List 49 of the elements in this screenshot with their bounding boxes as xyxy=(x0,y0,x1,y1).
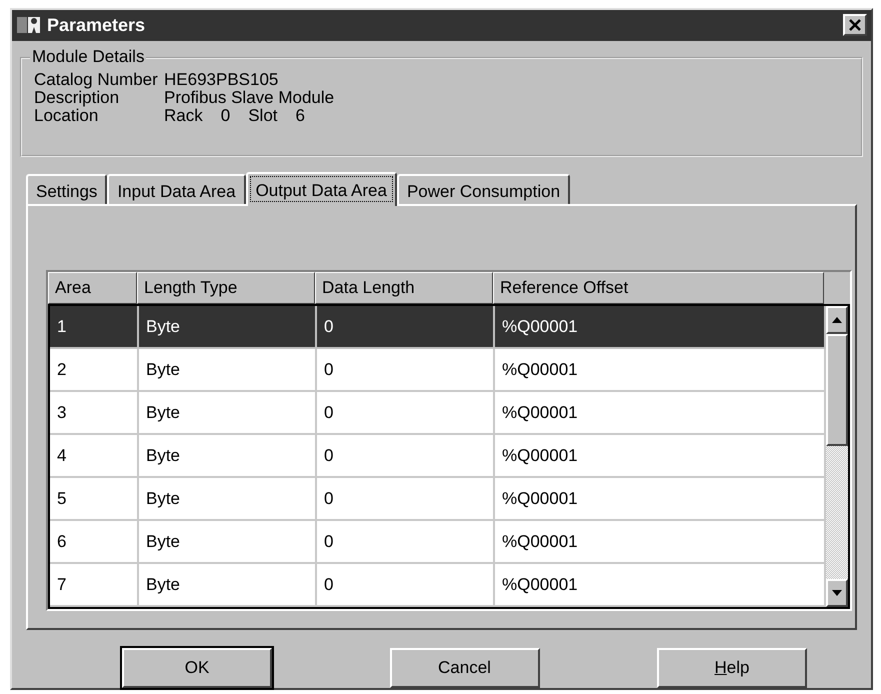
table-cell: Byte xyxy=(139,306,317,350)
scroll-thumb[interactable] xyxy=(826,334,848,446)
field-value: HE693PBS105 xyxy=(164,70,280,89)
table-cell: %Q00001 xyxy=(495,306,826,350)
table-cell: Byte xyxy=(139,564,317,608)
column-header[interactable]: Data Length xyxy=(315,272,493,304)
table-cell: 3 xyxy=(50,392,139,436)
field-label: Slot xyxy=(248,106,278,125)
table-cell: 6 xyxy=(50,521,139,564)
close-button[interactable] xyxy=(843,14,867,36)
table-cell: 2 xyxy=(50,349,139,392)
table-cell: Byte xyxy=(139,478,317,522)
table-cell: 1 xyxy=(50,306,139,350)
scrollbar[interactable] xyxy=(826,304,850,610)
scroll-up-icon[interactable] xyxy=(826,306,848,334)
dialog-button[interactable]: Cancel xyxy=(390,648,540,688)
table-cell: 0 xyxy=(317,306,495,350)
close-icon[interactable] xyxy=(848,19,862,32)
table-cell: 5 xyxy=(50,478,139,522)
table-cell: 0 xyxy=(317,564,495,608)
scroll-down-icon[interactable] xyxy=(826,579,848,608)
dialog-button[interactable]: OK xyxy=(122,648,272,688)
field-label: Rack xyxy=(164,106,203,125)
table-cell: 0 xyxy=(317,478,495,522)
tab[interactable]: Output Data Area xyxy=(246,172,397,206)
table-cell: Byte xyxy=(139,521,317,564)
tab[interactable]: Settings xyxy=(26,174,108,204)
window-title: Parameters xyxy=(47,14,146,36)
dialog-button[interactable]: Help xyxy=(657,648,807,688)
table-cell: 0 xyxy=(317,521,495,564)
table-cell: 0 xyxy=(317,435,495,478)
table-cell: 0 xyxy=(317,349,495,392)
table-cell: 7 xyxy=(50,564,139,608)
column-header[interactable]: Length Type xyxy=(137,272,315,304)
table-cell: Byte xyxy=(139,392,317,436)
field-label: Catalog Number xyxy=(34,70,159,89)
field-value: 6 xyxy=(296,106,305,125)
field-label: Description xyxy=(34,88,120,107)
table-cell: Byte xyxy=(139,435,317,478)
field-label: Location xyxy=(34,106,98,125)
tab[interactable]: Power Consumption xyxy=(396,174,570,204)
field-value: Profibus Slave Module xyxy=(164,88,336,107)
table-cell: 0 xyxy=(317,392,495,436)
table-cell: Byte xyxy=(139,349,317,392)
column-header[interactable]: Area xyxy=(48,272,137,304)
field-value: 0 xyxy=(220,106,230,125)
tab[interactable]: Input Data Area xyxy=(107,174,246,204)
column-header[interactable]: Reference Offset xyxy=(493,272,824,304)
table-cell: 4 xyxy=(50,435,139,478)
